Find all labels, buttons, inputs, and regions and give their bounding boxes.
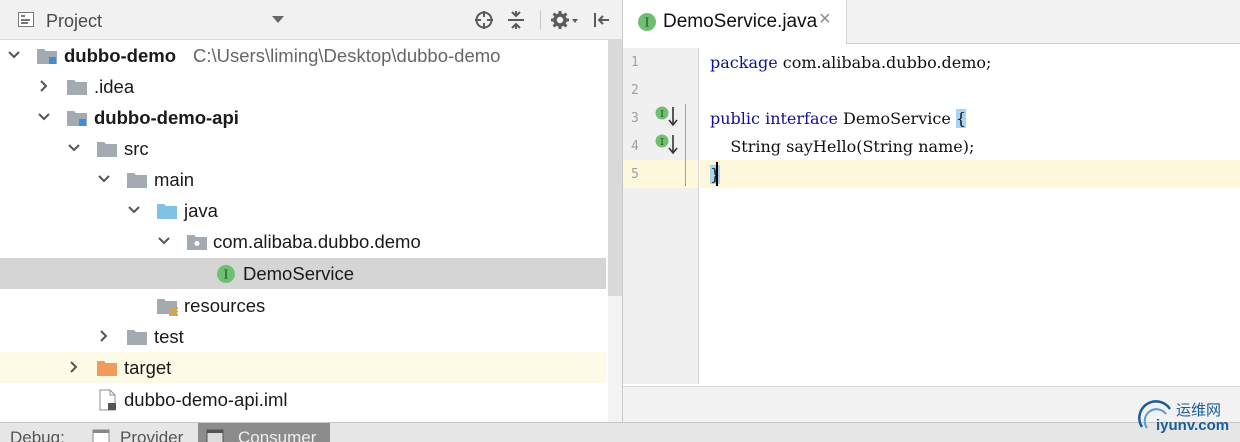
tree-item-label: com.alibaba.dubbo.demo [213, 231, 421, 252]
tab-label: Provider [120, 428, 184, 442]
tree-item-target[interactable]: target [0, 352, 606, 383]
chevron-down-icon[interactable] [95, 170, 113, 188]
tree-item-src[interactable]: src [0, 133, 606, 164]
interface-icon: I [638, 13, 656, 31]
code-text: com.alibaba.dubbo.demo; [777, 53, 992, 72]
module-folder-icon [37, 49, 57, 64]
tab-label: DemoService.java [663, 11, 818, 32]
code-line-4[interactable]: String sayHello(String name); [710, 137, 974, 156]
text-caret [716, 162, 718, 186]
tab-consumer[interactable]: Consumer [198, 423, 330, 442]
chevron-right-icon[interactable] [95, 327, 113, 345]
vertical-scrollbar-thumb[interactable] [608, 40, 622, 296]
code-text: DemoService [837, 109, 956, 128]
tree-item-iml[interactable]: dubbo-demo-api.iml [0, 384, 606, 415]
code-editor[interactable]: I DemoService.java × 1 2 3 4 5 I I packa… [623, 0, 1240, 422]
chevron-down-icon[interactable] [272, 16, 284, 23]
keyword: package [710, 53, 778, 72]
tree-item-label: main [154, 169, 195, 190]
console-icon [206, 429, 224, 442]
tree-item-idea[interactable]: .idea [0, 71, 606, 102]
project-title[interactable]: Project [46, 11, 102, 32]
editor-gutter[interactable]: 1 2 3 4 5 I I [623, 48, 699, 384]
tree-item-main[interactable]: main [0, 164, 606, 195]
code-text: String sayHello(String name); [710, 137, 975, 156]
chevron-down-icon[interactable] [35, 108, 53, 126]
folder-icon [97, 142, 117, 157]
folder-icon [127, 330, 147, 345]
locate-file-icon[interactable] [474, 10, 494, 30]
tree-item-label: resources [184, 295, 266, 316]
tree-item-dubbo-demo[interactable]: dubbo-demo C:\Users\liming\Desktop\dubbo… [0, 40, 606, 71]
editor-tab-bar: I DemoService.java × [623, 0, 1240, 44]
tree-item-label: test [154, 326, 184, 347]
keyword: public interface [710, 109, 838, 128]
chevron-down-icon[interactable] [65, 139, 83, 157]
line-number: 2 [631, 83, 639, 98]
tab-demoservice-java[interactable]: I DemoService.java × [623, 0, 847, 44]
line-number: 3 [631, 111, 639, 126]
fold-guide [685, 104, 686, 186]
folder-icon [67, 80, 87, 95]
tree-item-test[interactable]: test [0, 321, 606, 352]
tree-item-label: src [124, 138, 149, 159]
matched-brace: { [955, 109, 967, 128]
svg-text:I: I [645, 16, 650, 30]
debug-tool-bar: Debug: Provider Consumer [0, 422, 1240, 442]
tree-item-label: dubbo-demo-api.iml [124, 389, 288, 410]
svg-text:I: I [660, 138, 664, 148]
svg-text:I: I [660, 110, 664, 120]
tree-item-java[interactable]: java [0, 195, 606, 226]
tree-item-demoservice[interactable]: I DemoService [0, 258, 606, 289]
tree-item-resources[interactable]: resources [0, 290, 606, 321]
source-folder-icon [157, 204, 177, 219]
project-view-icon [18, 12, 34, 27]
header-divider [540, 10, 541, 30]
collapse-all-icon[interactable] [506, 10, 526, 30]
tree-item-label: target [124, 357, 172, 378]
project-tool-window: Project dubbo-demo C:\Users\liming\Deskt… [0, 0, 622, 422]
implemented-icon[interactable]: I [655, 104, 679, 128]
tree-item-dubbo-demo-api[interactable]: dubbo-demo-api [0, 102, 606, 133]
chevron-down-icon[interactable] [5, 46, 23, 64]
tab-provider[interactable]: Provider [86, 423, 196, 442]
debug-label: Debug: [10, 428, 65, 442]
current-line-highlight [700, 160, 1240, 188]
excluded-folder-icon [97, 361, 117, 376]
tree-item-label: java [184, 200, 218, 221]
watermark: 运维网 iyunv.com [1136, 393, 1240, 439]
folder-icon [127, 173, 147, 188]
tab-label: Consumer [238, 428, 317, 442]
line-number: 5 [631, 167, 639, 182]
gear-icon[interactable] [550, 10, 580, 30]
iml-file-icon [99, 389, 116, 411]
chevron-down-icon[interactable] [155, 232, 173, 250]
package-icon [187, 235, 207, 250]
module-path: C:\Users\liming\Desktop\dubbo-demo [193, 45, 501, 66]
line-number: 4 [631, 139, 639, 154]
code-line-1[interactable]: package com.alibaba.dubbo.demo; [710, 53, 991, 72]
hide-panel-icon[interactable] [592, 10, 612, 30]
tree-item-label: dubbo-demo-api [94, 107, 239, 128]
tree-item-label: .idea [94, 76, 135, 97]
chevron-down-icon[interactable] [125, 201, 143, 219]
tree-item-label: dubbo-demo [64, 45, 177, 66]
code-line-3[interactable]: public interface DemoService { [710, 109, 967, 128]
console-icon [92, 429, 110, 442]
tree-item-package[interactable]: com.alibaba.dubbo.demo [0, 226, 606, 257]
svg-text:I: I [224, 268, 229, 282]
chevron-right-icon[interactable] [35, 77, 53, 95]
chevron-right-icon[interactable] [65, 358, 83, 376]
interface-icon: I [217, 265, 235, 283]
tree-item-label: DemoService [243, 263, 355, 284]
module-folder-icon [67, 111, 87, 126]
implemented-icon[interactable]: I [655, 132, 679, 156]
line-number: 1 [631, 55, 639, 70]
close-icon[interactable]: × [819, 8, 831, 31]
watermark-url: iyunv.com [1156, 417, 1230, 434]
project-header: Project [0, 0, 622, 40]
resources-folder-icon [157, 299, 178, 316]
